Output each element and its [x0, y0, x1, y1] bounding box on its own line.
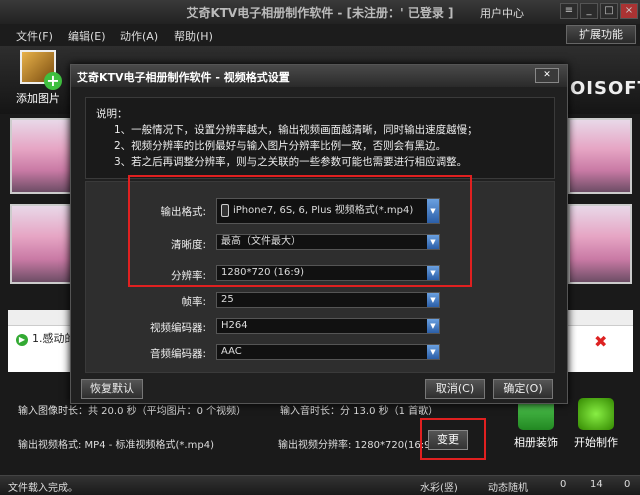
add-picture-button[interactable]: 添加图片 — [14, 50, 62, 106]
close-icon[interactable]: × — [620, 3, 638, 19]
photo-thumbnail[interactable] — [10, 118, 72, 194]
window-title: 艾奇KTV电子相册制作软件 - [未注册：' 已登录 ] — [186, 6, 454, 20]
chevron-down-icon: ▼ — [427, 345, 439, 359]
note-line: 1、一般情况下，设置分辨率越大，输出视频画面越清晰，同时输出速度越慢； — [114, 124, 478, 136]
user-center-link[interactable]: 用户中心 — [480, 5, 524, 21]
add-picture-icon — [20, 50, 62, 90]
output-resolution-info: 输出视频分辨率: 1280*720(16:9) — [278, 440, 435, 451]
note-line: 3、若之后再调整分辨率，则与之关联的一些参数可能也需要进行相应调整。 — [114, 156, 468, 168]
chevron-down-icon: ▼ — [427, 319, 439, 333]
framerate-label: 帧率: — [181, 296, 206, 308]
dialog-title-bar: 艾奇KTV电子相册制作软件 - 视频格式设置 ✕ — [71, 65, 567, 87]
photo-thumbnail[interactable] — [568, 118, 632, 194]
extension-button[interactable]: 扩展功能 — [566, 25, 636, 44]
title-bar: 艾奇KTV电子相册制作软件 - [未注册：' 已登录 ] 用户中心 ≡ _ □ … — [0, 0, 640, 24]
dialog-title: 艾奇KTV电子相册制作软件 - 视频格式设置 — [77, 71, 290, 84]
highlight-box — [420, 418, 486, 460]
note-line: 2、视频分辨率的比例最好与输入图片分辨率比例一致，否则会有黑边。 — [114, 140, 447, 152]
watermark-status[interactable]: 水彩(竖) — [420, 479, 458, 494]
menu-action[interactable]: 动作(A) — [120, 28, 158, 44]
audio-encoder-select[interactable]: AAC ▼ — [216, 344, 440, 360]
input-info: 输入图像时长：共 20.0 秒（平均图片：0 个视频） — [18, 406, 247, 417]
maximize-icon[interactable]: □ — [600, 3, 618, 19]
count-music: 14 — [590, 479, 603, 490]
reset-default-button[interactable]: 恢复默认 — [81, 379, 143, 399]
status-text: 文件载入完成。 — [8, 483, 78, 494]
dialog-close-icon[interactable]: ✕ — [535, 68, 559, 83]
menu-help[interactable]: 帮助(H) — [174, 28, 213, 44]
menu-icon[interactable]: ≡ — [560, 3, 578, 19]
video-encoder-label: 视频编码器: — [149, 322, 206, 334]
output-format-info: 输出视频格式: MP4 - 标准视频格式(*.mp4) — [18, 440, 214, 451]
ok-button[interactable]: 确定(O) — [493, 379, 553, 399]
note-heading: 说明： — [96, 108, 128, 120]
cancel-button[interactable]: 取消(C) — [425, 379, 485, 399]
dialog-notes: 说明： 1、一般情况下，设置分辨率越大，输出视频画面越清晰，同时输出速度越慢； … — [85, 97, 555, 179]
menu-edit[interactable]: 编辑(E) — [68, 28, 106, 44]
framerate-select[interactable]: 25 ▼ — [216, 292, 440, 308]
start-icon — [578, 398, 614, 430]
count-video: 0 — [624, 479, 631, 490]
menu-file[interactable]: 文件(F) — [16, 28, 53, 44]
audio-encoder-label: 音频编码器: — [149, 348, 206, 360]
menu-bar: 文件(F) 编辑(E) 动作(A) 帮助(H) — [0, 24, 640, 46]
delete-icon[interactable]: ✖ — [594, 332, 607, 351]
audio-info: 输入音时长：分 13.0 秒（1 首歌） — [280, 406, 439, 417]
album-decor-button[interactable]: 相册装饰 — [506, 398, 566, 456]
play-icon[interactable]: ▶ — [16, 334, 28, 346]
transition-status[interactable]: 动态随机 — [488, 479, 528, 494]
photo-thumbnail[interactable] — [568, 204, 632, 284]
start-button[interactable]: 开始制作 — [566, 398, 626, 456]
minimize-icon[interactable]: _ — [580, 3, 598, 19]
chevron-down-icon: ▼ — [427, 293, 439, 307]
brand-logo: OISOFT — [570, 78, 640, 99]
status-bar: 文件载入完成。 水彩(竖) 动态随机 0 14 0 — [0, 475, 640, 495]
count-photo: 0 — [560, 479, 567, 490]
highlight-box — [128, 175, 472, 287]
video-encoder-select[interactable]: H264 ▼ — [216, 318, 440, 334]
add-picture-label: 添加图片 — [16, 92, 60, 105]
photo-thumbnail[interactable] — [10, 204, 72, 284]
